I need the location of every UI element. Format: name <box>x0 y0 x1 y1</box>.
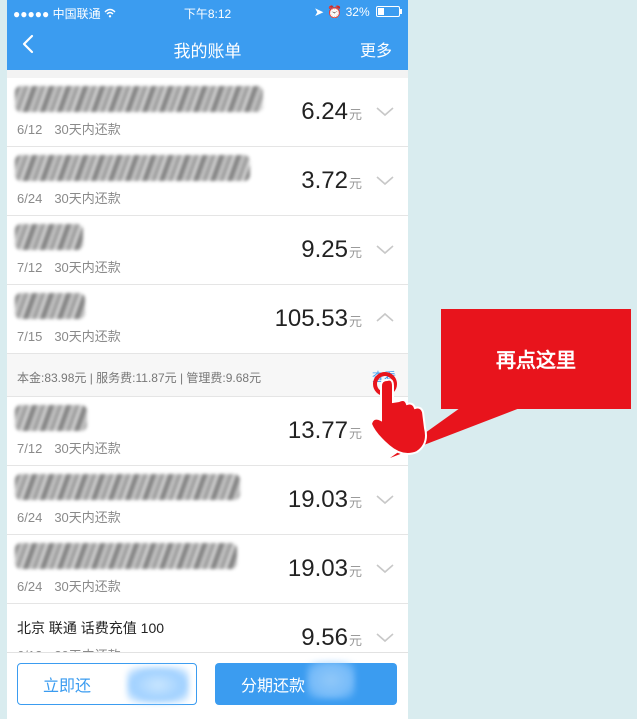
bill-breakdown: 本金:83.98元 | 服务费:11.87元 | 管理费:9.68元 <box>17 371 262 385</box>
bill-row[interactable]: 6/24 30天内还款 3.72元 <box>7 147 408 216</box>
bill-row[interactable]: 7/15 30天内还款 105.53元 <box>7 285 408 354</box>
bill-amount-unit: 元 <box>348 495 362 510</box>
status-right: ➤ ⏰ 32% <box>313 5 402 19</box>
redaction-smudge <box>127 667 189 703</box>
bill-amount: 9.25元 <box>301 236 362 264</box>
bottom-action-bar: 立即还 分期还款 <box>7 652 408 719</box>
battery-icon <box>376 6 402 17</box>
bill-amount: 19.03元 <box>288 555 362 583</box>
bill-date: 7/12 30天内还款 <box>17 257 121 276</box>
battery-fill <box>378 8 384 15</box>
bill-term: 30天内还款 <box>54 122 121 137</box>
bill-date: 7/15 30天内还款 <box>17 326 121 345</box>
bill-date-value: 7/12 <box>17 441 43 456</box>
bill-amount-value: 6.24 <box>301 98 348 125</box>
merchant-name-redacted <box>15 543 237 569</box>
bill-term: 30天内还款 <box>54 329 121 344</box>
bill-term: 30天内还款 <box>54 260 121 275</box>
bill-date: 6/24 30天内还款 <box>17 188 121 207</box>
installment-repay-button[interactable]: 分期还款 <box>215 663 397 705</box>
phone-screen: ●●●●● 中国联通 下午8:12 ➤ ⏰ 32% 我的账单 更多 6/12 30… <box>7 0 408 719</box>
merchant-name-redacted <box>15 405 87 431</box>
battery-percent: 32% <box>345 5 370 19</box>
bill-amount-value: 13.77 <box>287 417 348 444</box>
bill-date-value: 6/24 <box>17 579 43 594</box>
bill-amount-value: 19.03 <box>287 555 348 582</box>
bill-row[interactable]: 7/12 30天内还款 13.77元 <box>7 397 408 466</box>
merchant-name-redacted <box>15 293 85 319</box>
chevron-down-icon[interactable] <box>374 169 396 191</box>
bill-amount-unit: 元 <box>348 176 362 191</box>
bill-amount: 105.53元 <box>275 305 362 333</box>
bill-row[interactable]: 6/24 30天内还款 19.03元 <box>7 466 408 535</box>
status-bar: ●●●●● 中国联通 下午8:12 ➤ ⏰ 32% <box>7 0 408 24</box>
bill-amount-value: 3.72 <box>301 167 348 194</box>
bill-amount-unit: 元 <box>348 107 362 122</box>
bill-amount: 13.77元 <box>288 417 362 445</box>
alarm-icon: ⏰ <box>327 5 343 19</box>
page-title: 我的账单 <box>173 42 242 61</box>
chevron-down-icon[interactable] <box>374 100 396 122</box>
chevron-down-icon[interactable] <box>374 488 396 510</box>
bill-amount: 6.24元 <box>301 98 362 126</box>
merchant-name-redacted <box>15 86 263 112</box>
merchant-name-redacted <box>15 155 250 181</box>
installment-repay-label: 分期还款 <box>241 678 306 695</box>
annotation-callout-text: 再点这里 <box>496 350 576 372</box>
bill-date-value: 7/12 <box>17 260 43 275</box>
location-icon: ➤ <box>313 5 324 19</box>
bill-row[interactable]: 7/12 30天内还款 9.25元 <box>7 216 408 285</box>
repay-now-label: 立即还 <box>43 678 92 695</box>
bill-date-value: 6/12 <box>17 122 43 137</box>
chevron-down-icon[interactable] <box>374 238 396 260</box>
bill-list: 6/12 30天内还款 6.24元 6/24 30天内还款 3.72元 7/12 30天内还款… <box>7 78 408 673</box>
bill-date: 7/12 30天内还款 <box>17 438 121 457</box>
bill-term: 30天内还款 <box>54 579 121 594</box>
bill-date: 6/24 30天内还款 <box>17 576 121 595</box>
pointing-hand-icon <box>369 372 427 455</box>
bill-amount: 9.56元 <box>301 624 362 652</box>
merchant-name-redacted <box>15 224 83 250</box>
chevron-up-icon[interactable] <box>374 307 396 329</box>
bill-amount-value: 9.56 <box>301 624 348 651</box>
bill-date-value: 7/15 <box>17 329 43 344</box>
bill-date-value: 6/24 <box>17 191 43 206</box>
chevron-down-icon[interactable] <box>374 626 396 648</box>
bill-date: 6/12 30天内还款 <box>17 119 121 138</box>
merchant-name: 北京 联通 话费充值 100 <box>17 620 165 636</box>
bill-amount-unit: 元 <box>348 633 362 648</box>
bill-term: 30天内还款 <box>54 441 121 456</box>
bill-amount: 3.72元 <box>301 167 362 195</box>
merchant-name-redacted <box>15 474 240 500</box>
bill-amount-unit: 元 <box>348 245 362 260</box>
bill-amount-value: 105.53 <box>274 305 348 332</box>
bill-amount-value: 9.25 <box>301 236 348 263</box>
bill-term: 30天内还款 <box>54 510 121 525</box>
bill-amount-unit: 元 <box>348 314 362 329</box>
bill-row[interactable]: 6/12 30天内还款 6.24元 <box>7 78 408 147</box>
bill-amount-unit: 元 <box>348 564 362 579</box>
bill-date-value: 6/24 <box>17 510 43 525</box>
bill-amount: 19.03元 <box>288 486 362 514</box>
nav-bar: 我的账单 更多 <box>7 24 408 70</box>
redaction-smudge <box>307 661 355 699</box>
bill-amount-value: 19.03 <box>287 486 348 513</box>
bill-date: 6/24 30天内还款 <box>17 507 121 526</box>
bill-detail: 本金:83.98元 | 服务费:11.87元 | 管理费:9.68元 查看 <box>7 354 408 397</box>
more-button[interactable]: 更多 <box>360 37 392 61</box>
bill-amount-unit: 元 <box>348 426 362 441</box>
bill-term: 30天内还款 <box>54 191 121 206</box>
chevron-down-icon[interactable] <box>374 557 396 579</box>
bill-row[interactable]: 6/24 30天内还款 19.03元 <box>7 535 408 604</box>
